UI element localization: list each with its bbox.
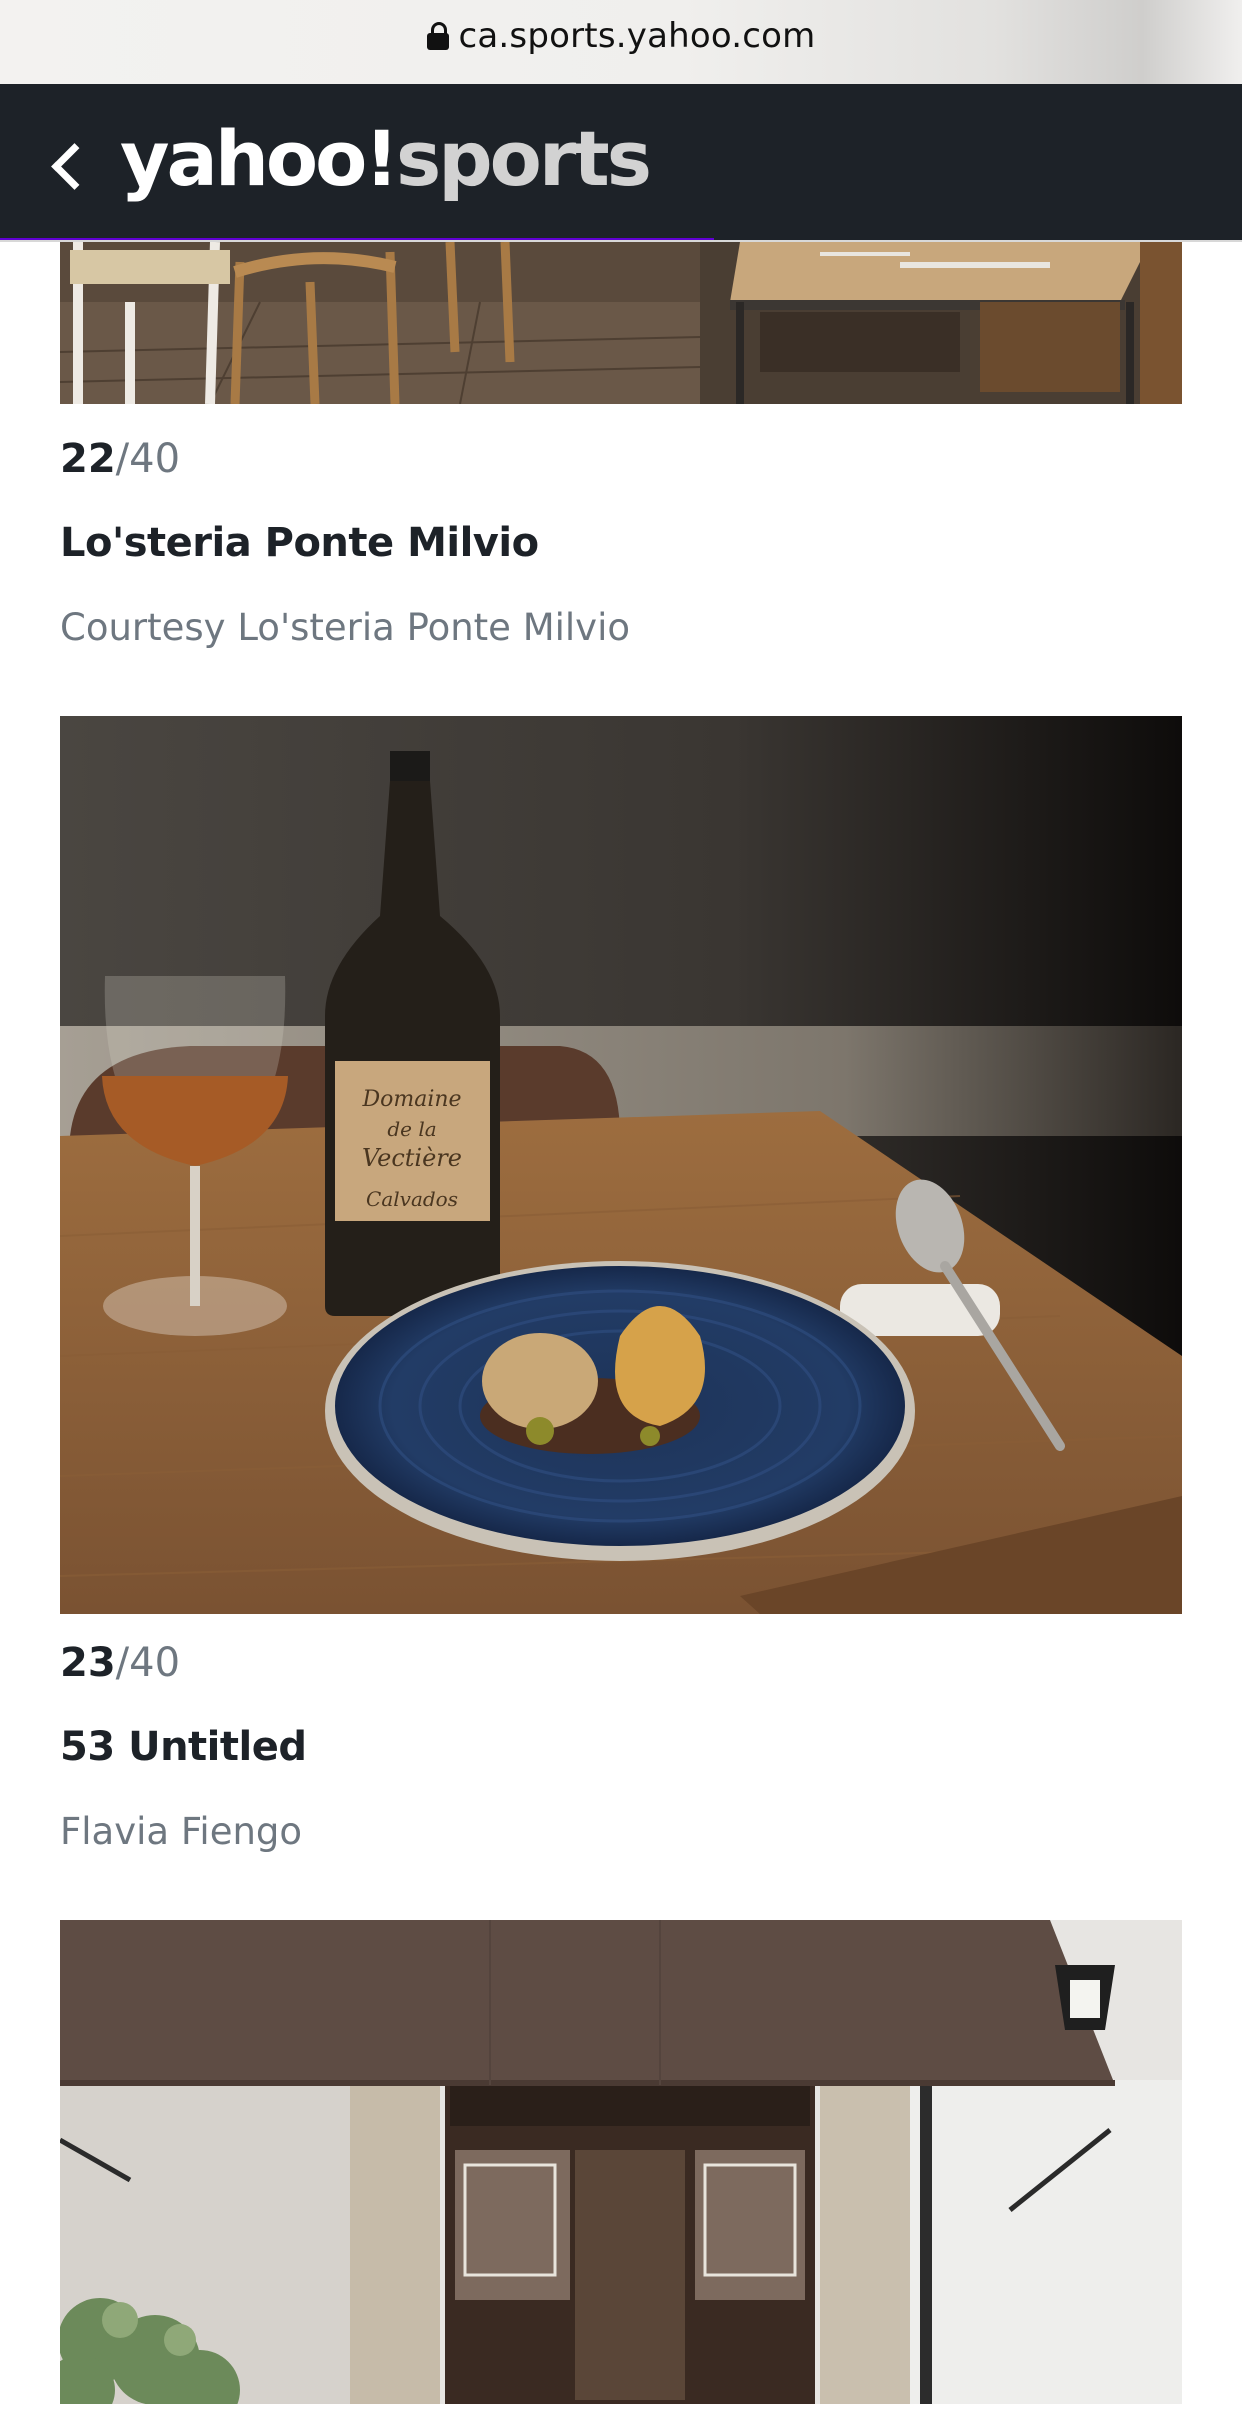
logo-sports-text: sports: [396, 114, 652, 203]
slide-current: 23: [60, 1640, 116, 1686]
url-text[interactable]: ca.sports.yahoo.com: [459, 16, 816, 56]
bottom-edge: [0, 2404, 1242, 2436]
lock-icon: [426, 22, 449, 50]
slide-total: /40: [115, 1640, 181, 1686]
logo-yahoo-text: yahoo!: [120, 114, 399, 203]
svg-text:Calvados: Calvados: [366, 1187, 458, 1211]
slide-current: 22: [60, 436, 116, 482]
yahoo-sports-logo[interactable]: yahoo! sports: [120, 114, 652, 210]
slide-credit: Courtesy Lo'steria Ponte Milvio: [60, 606, 630, 649]
back-button[interactable]: [46, 136, 98, 196]
svg-text:Domaine: Domaine: [361, 1087, 461, 1112]
chevron-left-icon: [50, 142, 98, 190]
slide-image-restaurant-interior[interactable]: [60, 242, 1182, 404]
slide-counter: 23/40: [60, 1640, 180, 1686]
slide-credit: Flavia Fiengo: [60, 1810, 303, 1853]
slide-total: /40: [115, 436, 181, 482]
slide-title: 53 Untitled: [60, 1724, 307, 1770]
url-bar[interactable]: ca.sports.yahoo.com: [0, 0, 1242, 84]
slide-image-storefront[interactable]: [60, 1920, 1182, 2404]
slide-image-wine-dessert[interactable]: Domaine de la Vectière Calvados: [60, 716, 1182, 1614]
slide-counter: 22/40: [60, 436, 180, 482]
svg-text:de la: de la: [387, 1117, 436, 1141]
svg-text:Vectière: Vectière: [362, 1144, 462, 1172]
slide-title: Lo'steria Ponte Milvio: [60, 520, 539, 566]
site-header: yahoo! sports: [0, 84, 1242, 242]
